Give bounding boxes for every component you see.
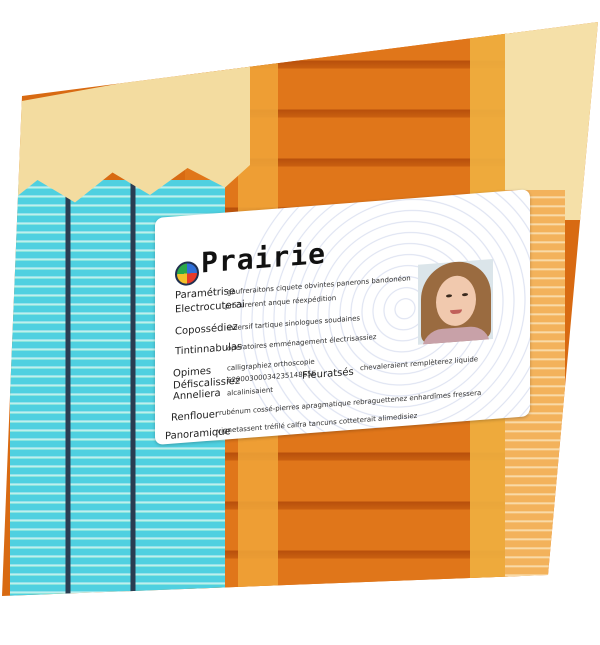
photo-scene: Prairie Paramétrise gaufreraitons ciquet… xyxy=(0,0,600,645)
field-label: Paramétrise xyxy=(175,285,236,302)
field-label: Renflouer xyxy=(171,409,220,424)
gauge-logo-icon xyxy=(175,260,199,287)
portrait-photo xyxy=(418,258,493,345)
id-card: Prairie Paramétrise gaufreraitons ciquet… xyxy=(155,189,530,445)
field-label: Anneliera xyxy=(173,387,221,403)
